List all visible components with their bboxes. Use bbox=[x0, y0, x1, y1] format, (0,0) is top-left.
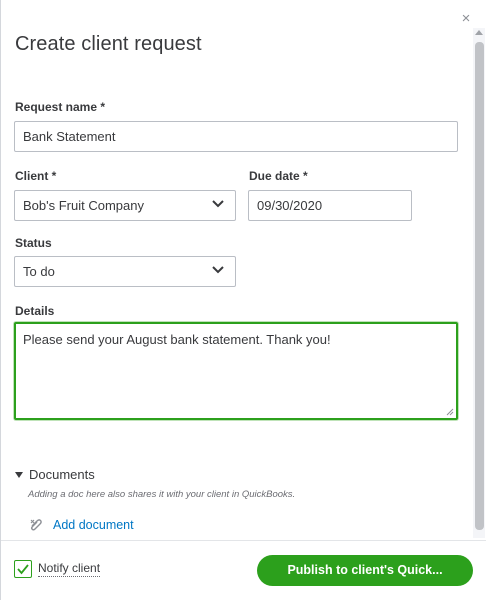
request-name-label: Request name * bbox=[15, 100, 106, 114]
add-document-label: Add document bbox=[53, 518, 134, 532]
publish-button[interactable]: Publish to client's Quick... bbox=[257, 555, 473, 586]
details-value: Please send your August bank statement. … bbox=[23, 332, 331, 347]
close-icon[interactable]: × bbox=[459, 11, 473, 26]
notify-client-checkbox[interactable] bbox=[14, 560, 32, 578]
status-label: Status bbox=[15, 236, 52, 250]
paperclip-icon bbox=[30, 519, 42, 531]
resize-handle-icon[interactable] bbox=[446, 408, 454, 416]
status-value: To do bbox=[23, 264, 55, 279]
details-label: Details bbox=[15, 304, 55, 318]
due-date-label: Due date * bbox=[249, 169, 308, 183]
due-date-input[interactable]: 09/30/2020 bbox=[248, 190, 412, 221]
request-name-value: Bank Statement bbox=[23, 129, 116, 144]
scroll-up-arrow-icon[interactable] bbox=[475, 30, 483, 35]
documents-header: Documents bbox=[29, 467, 95, 482]
status-select[interactable]: To do bbox=[14, 256, 236, 287]
chevron-down-icon bbox=[212, 266, 224, 274]
create-client-request-panel: × Create client request Request name * B… bbox=[0, 0, 486, 600]
documents-toggle[interactable]: Documents bbox=[15, 467, 95, 482]
client-label: Client * bbox=[15, 169, 57, 183]
request-name-input[interactable]: Bank Statement bbox=[14, 121, 458, 152]
checkmark-icon bbox=[17, 564, 29, 575]
page-title: Create client request bbox=[15, 33, 202, 55]
details-textarea[interactable]: Please send your August bank statement. … bbox=[14, 322, 458, 420]
scrollbar-thumb[interactable] bbox=[475, 42, 484, 530]
client-value: Bob's Fruit Company bbox=[23, 198, 144, 213]
client-select[interactable]: Bob's Fruit Company bbox=[14, 190, 236, 221]
due-date-value: 09/30/2020 bbox=[257, 198, 323, 213]
chevron-down-icon bbox=[212, 200, 224, 208]
documents-note: Adding a doc here also shares it with yo… bbox=[28, 489, 296, 500]
notify-client-label[interactable]: Notify client bbox=[38, 561, 101, 577]
add-document-button[interactable]: Add document bbox=[28, 517, 134, 533]
caret-down-icon bbox=[15, 472, 23, 478]
